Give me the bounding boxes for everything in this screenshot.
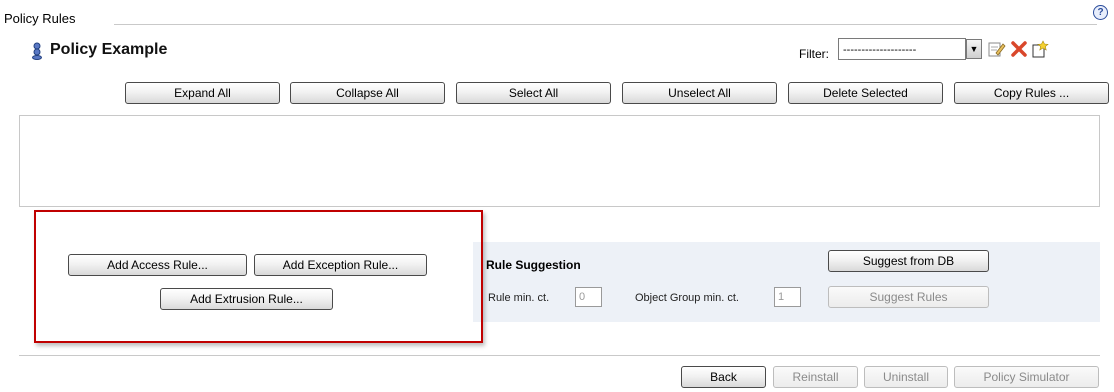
rule-suggestion-title: Rule Suggestion bbox=[486, 258, 581, 272]
suggest-from-db-button[interactable]: Suggest from DB bbox=[828, 250, 989, 272]
rule-min-count-label: Rule min. ct. bbox=[488, 292, 550, 304]
filter-select[interactable]: -------------------- bbox=[838, 38, 966, 60]
suggest-rules-button[interactable]: Suggest Rules bbox=[828, 286, 989, 308]
policy-simulator-button[interactable]: Policy Simulator bbox=[954, 366, 1099, 388]
select-all-button[interactable]: Select All bbox=[456, 82, 611, 104]
chevron-down-icon[interactable]: ▼ bbox=[966, 39, 982, 59]
object-group-min-count-input[interactable]: 1 bbox=[774, 287, 801, 307]
title-divider bbox=[114, 24, 1097, 25]
collapse-all-button[interactable]: Collapse All bbox=[290, 82, 445, 104]
policy-name: Policy Example bbox=[50, 41, 168, 58]
delete-icon[interactable] bbox=[1010, 40, 1028, 58]
rule-suggestion-panel bbox=[473, 242, 1100, 322]
expand-all-button[interactable]: Expand All bbox=[125, 82, 280, 104]
policy-icon bbox=[32, 42, 42, 60]
new-icon[interactable] bbox=[1031, 40, 1049, 58]
uninstall-button[interactable]: Uninstall bbox=[864, 366, 948, 388]
help-icon[interactable]: ? bbox=[1093, 5, 1108, 20]
object-group-min-count-label: Object Group min. ct. bbox=[635, 292, 739, 304]
edit-icon[interactable] bbox=[988, 40, 1006, 58]
filter-label: Filter: bbox=[799, 47, 829, 61]
reinstall-button[interactable]: Reinstall bbox=[773, 366, 858, 388]
delete-selected-button[interactable]: Delete Selected bbox=[788, 82, 943, 104]
rules-list-panel[interactable] bbox=[19, 115, 1100, 207]
highlight-box bbox=[34, 210, 483, 343]
footer-divider bbox=[19, 355, 1100, 356]
unselect-all-button[interactable]: Unselect All bbox=[622, 82, 777, 104]
section-title: Policy Rules bbox=[4, 11, 76, 26]
back-button[interactable]: Back bbox=[681, 366, 766, 388]
rule-min-count-input[interactable]: 0 bbox=[575, 287, 602, 307]
copy-rules-button[interactable]: Copy Rules ... bbox=[954, 82, 1109, 104]
